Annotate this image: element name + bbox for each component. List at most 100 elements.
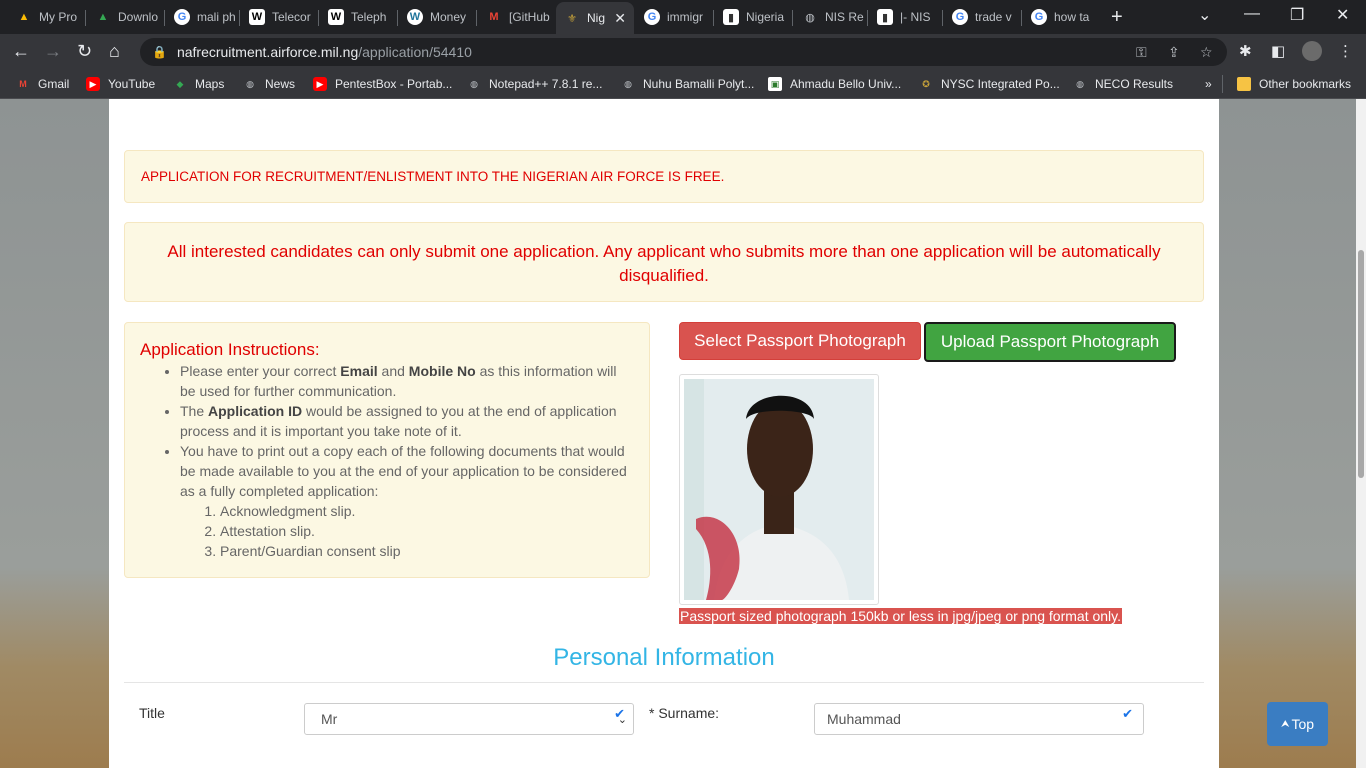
- tab[interactable]: ◍ NIS Re: [794, 4, 868, 30]
- google-icon: G: [952, 9, 968, 25]
- new-tab-button[interactable]: +: [1111, 6, 1123, 29]
- bookmark-label: NYSC Integrated Po...: [941, 77, 1060, 91]
- tab-bar: ▲ My Pro ▲ Downlo G mali ph W Telecor W …: [0, 0, 1366, 34]
- bookmark-label: YouTube: [108, 77, 156, 91]
- bookmark-label: Gmail: [38, 77, 70, 91]
- document-item: Parent/Guardian consent slip: [220, 541, 635, 561]
- bookmark-item[interactable]: ▣ Ahmadu Bello Univ...: [768, 75, 901, 93]
- restore-icon[interactable]: ❐: [1290, 5, 1304, 25]
- section-divider: [124, 682, 1204, 683]
- globe-icon: ◍: [1076, 78, 1084, 89]
- tab[interactable]: G how ta: [1023, 4, 1101, 30]
- reload-icon[interactable]: ↻: [77, 41, 92, 62]
- share-icon[interactable]: ⇪: [1168, 44, 1180, 61]
- instructions-heading: Application Instructions:: [140, 340, 320, 359]
- close-icon[interactable]: ✕: [614, 10, 626, 27]
- tab[interactable]: M [GitHub: [478, 4, 556, 30]
- valid-check-icon: ✔: [1122, 706, 1133, 721]
- home-icon[interactable]: ⌂: [109, 41, 120, 62]
- bookmark-label: Ahmadu Bello Univ...: [790, 77, 902, 91]
- tab[interactable]: W Telecor: [241, 4, 319, 30]
- url-host: nafrecruitment.airforce.mil.ng: [176, 44, 359, 60]
- bookmark-item[interactable]: ◍ NECO Results: [1073, 75, 1173, 93]
- bookmarks-overflow-button[interactable]: »: [1205, 75, 1212, 93]
- profile-avatar[interactable]: [1302, 41, 1322, 61]
- surname-input[interactable]: Muhammad ✔: [814, 703, 1144, 735]
- minimize-icon[interactable]: —: [1244, 5, 1260, 23]
- folder-icon: [1237, 77, 1251, 91]
- bookmark-item[interactable]: M Gmail: [16, 75, 69, 93]
- url-path: /application/54410: [358, 44, 472, 60]
- instructions-list: Please enter your correct Email and Mobi…: [140, 361, 635, 561]
- title-select-value: Mr: [321, 711, 338, 727]
- bookmark-item[interactable]: ✪ NYSC Integrated Po...: [919, 75, 1060, 93]
- wordpress-icon: W: [407, 9, 423, 25]
- up-arrow-icon: ⮝: [1280, 718, 1290, 730]
- tab-label: how ta: [1054, 10, 1090, 24]
- browser-toolbar: ← → ↻ ⌂ 🔒 nafrecruitment.airforce.mil.ng…: [0, 34, 1366, 70]
- bookmark-label: Notepad++ 7.8.1 re...: [489, 77, 603, 91]
- tab-label: Telecor: [272, 10, 311, 24]
- title-select[interactable]: Mr ✔ ⌄: [304, 703, 634, 735]
- address-bar[interactable]: 🔒 nafrecruitment.airforce.mil.ng/applica…: [140, 38, 1227, 66]
- google-drive-icon: ▲: [97, 11, 109, 23]
- bookmark-label: Maps: [195, 77, 225, 91]
- instruction-item: The Application ID would be assigned to …: [180, 401, 635, 441]
- notice-text: APPLICATION FOR RECRUITMENT/ENLISTMENT I…: [141, 169, 725, 184]
- back-icon[interactable]: ←: [12, 41, 30, 62]
- tab-active[interactable]: ⚜ Nig ✕: [556, 2, 634, 34]
- application-instructions: Application Instructions: Please enter y…: [124, 322, 650, 578]
- page-viewport: APPLICATION FOR RECRUITMENT/ENLISTMENT I…: [0, 99, 1356, 768]
- tab[interactable]: G mali ph: [166, 4, 240, 30]
- select-photo-button[interactable]: Select Passport Photograph: [679, 322, 921, 360]
- back-to-top-button[interactable]: ⮝ Top: [1267, 702, 1328, 746]
- bookmark-item[interactable]: ◍ Nuhu Bamalli Polyt...: [621, 75, 754, 93]
- application-card: APPLICATION FOR RECRUITMENT/ENLISTMENT I…: [109, 99, 1219, 768]
- tab[interactable]: ▮ Nigeria: [715, 4, 793, 30]
- tab-label: [GitHub: [509, 10, 550, 24]
- side-panel-icon[interactable]: ◧: [1271, 42, 1285, 60]
- top-button-label: Top: [1291, 716, 1315, 732]
- photo-requirements-note: Passport sized photograph 150kb or less …: [679, 608, 1122, 624]
- bookmark-item[interactable]: ▶ YouTube: [86, 75, 155, 93]
- tab-label: immigr: [667, 10, 703, 24]
- abu-icon: ▣: [768, 77, 782, 91]
- key-icon[interactable]: ⚿: [1136, 44, 1147, 61]
- tab-label: Nigeria: [746, 10, 785, 24]
- tab[interactable]: ▲ My Pro: [8, 4, 86, 30]
- document-item: Attestation slip.: [220, 521, 635, 541]
- menu-icon[interactable]: ⋮: [1338, 42, 1353, 60]
- forward-icon[interactable]: →: [44, 41, 62, 62]
- google-drive-icon: ▲: [18, 11, 30, 23]
- upload-photo-button[interactable]: Upload Passport Photograph: [924, 322, 1176, 362]
- chevron-down-icon: ⌄: [617, 714, 627, 726]
- youtube-icon: ▶: [313, 77, 327, 91]
- window-close-icon[interactable]: ✕: [1336, 5, 1349, 25]
- tab[interactable]: W Money: [399, 4, 477, 30]
- lock-icon[interactable]: 🔒: [152, 45, 167, 59]
- scrollbar-thumb[interactable]: [1358, 250, 1364, 478]
- title-label: Title: [139, 705, 165, 721]
- bookmark-item[interactable]: ◆ Maps: [173, 75, 225, 93]
- other-bookmarks[interactable]: Other bookmarks: [1222, 75, 1351, 93]
- bookmark-item[interactable]: ◍ Notepad++ 7.8.1 re...: [467, 75, 602, 93]
- globe-icon: ◍: [805, 11, 815, 24]
- passport-photo-frame: [679, 374, 879, 605]
- bookmark-item[interactable]: ◍ News: [243, 75, 295, 93]
- tab[interactable]: W Teleph: [320, 4, 398, 30]
- extensions-icon[interactable]: ✱: [1239, 42, 1252, 60]
- tab[interactable]: G immigr: [636, 4, 714, 30]
- tab-search-icon[interactable]: ⌄: [1198, 5, 1211, 25]
- tab[interactable]: G trade v: [944, 4, 1022, 30]
- document-item: Acknowledgment slip.: [220, 501, 635, 521]
- tab[interactable]: ▮ |- NIS: [869, 4, 943, 30]
- google-icon: G: [174, 9, 190, 25]
- gmail-icon: M: [19, 79, 27, 89]
- bookmark-item[interactable]: ▶ PentestBox - Portab...: [313, 75, 452, 93]
- section-title: Personal Information: [553, 644, 775, 671]
- bookmark-label: Nuhu Bamalli Polyt...: [643, 77, 755, 91]
- tab[interactable]: ▲ Downlo: [87, 4, 165, 30]
- bookmark-star-icon[interactable]: ☆: [1200, 44, 1213, 61]
- instruction-item: Please enter your correct Email and Mobi…: [180, 361, 635, 401]
- page-icon: ▮: [877, 9, 893, 25]
